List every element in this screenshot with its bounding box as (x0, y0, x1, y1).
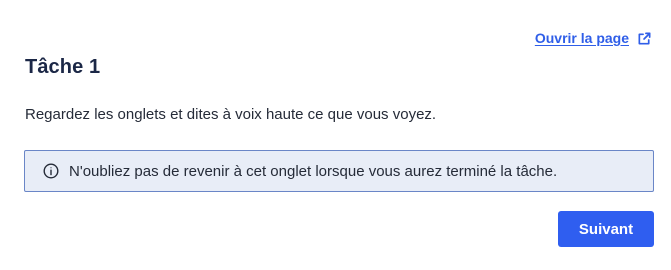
open-page-link[interactable]: Ouvrir la page (535, 30, 652, 46)
open-page-label: Ouvrir la page (534, 30, 629, 46)
info-icon (43, 163, 59, 179)
next-button[interactable]: Suivant (558, 211, 654, 247)
task-title: Tâche 1 (25, 56, 101, 78)
external-link-icon (638, 32, 651, 44)
info-text: N'oubliez pas de revenir à cet onglet lo… (69, 162, 558, 180)
task-instruction: Regardez les onglets et dites à voix hau… (25, 106, 437, 123)
info-banner: N'oubliez pas de revenir à cet onglet lo… (24, 150, 654, 192)
